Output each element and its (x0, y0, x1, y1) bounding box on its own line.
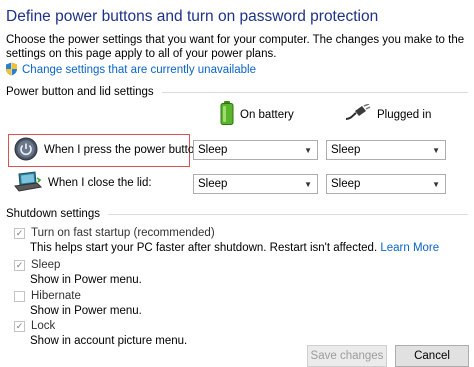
page-description: Choose the power settings that you want … (6, 34, 465, 60)
sleep-label: Sleep (31, 259, 61, 271)
section-divider (107, 213, 468, 215)
section-divider (161, 91, 468, 93)
check-icon: ✓ (15, 227, 24, 238)
hibernate-checkbox[interactable] (14, 290, 25, 302)
row-power-button: When I press the power button: (14, 137, 204, 164)
cancel-button[interactable]: Cancel (395, 345, 469, 367)
lock-option[interactable]: ✓ Lock (14, 320, 55, 332)
fast-startup-label: Turn on fast startup (recommended) (31, 227, 215, 239)
power-button-section-header: Power button and lid settings (6, 86, 468, 98)
battery-icon (220, 101, 234, 128)
lock-label: Lock (31, 320, 56, 332)
power-button-icon (14, 137, 38, 164)
page-title: Define power buttons and turn on passwor… (6, 8, 379, 25)
check-icon: ✓ (15, 320, 24, 331)
hibernate-description: Show in Power menu. (30, 305, 142, 317)
plugged-in-label: Plugged in (377, 108, 432, 121)
column-plugged-in: Plugged in (345, 103, 432, 125)
select-value: Sleep (198, 144, 228, 156)
plug-icon (345, 103, 371, 125)
sleep-checkbox[interactable]: ✓ (14, 259, 25, 271)
sleep-option[interactable]: ✓ Sleep (14, 259, 60, 271)
fast-startup-checkbox[interactable]: ✓ (14, 227, 25, 239)
chevron-down-icon: ▼ (304, 145, 312, 155)
power-button-on-battery-select[interactable]: Sleep ▼ (193, 140, 318, 160)
check-icon: ✓ (15, 259, 24, 270)
close-lid-row-label: When I close the lid: (48, 177, 152, 189)
shield-icon (5, 62, 18, 79)
close-lid-on-battery-select[interactable]: Sleep ▼ (193, 174, 318, 194)
change-settings-row: Change settings that are currently unava… (5, 62, 256, 78)
section-header-label: Power button and lid settings (6, 86, 154, 98)
save-changes-button[interactable]: Save changes (307, 345, 387, 367)
on-battery-label: On battery (240, 108, 294, 121)
section-header-label: Shutdown settings (6, 208, 100, 220)
power-button-plugged-in-select[interactable]: Sleep ▼ (326, 140, 446, 160)
change-settings-link[interactable]: Change settings that are currently unava… (22, 64, 256, 76)
select-value: Sleep (198, 178, 228, 190)
select-value: Sleep (331, 178, 361, 190)
lock-description: Show in account picture menu. (30, 335, 188, 347)
row-close-lid: When I close the lid: (14, 170, 152, 196)
close-lid-plugged-in-select[interactable]: Sleep ▼ (326, 174, 446, 194)
sleep-description: Show in Power menu. (30, 274, 142, 286)
hibernate-option[interactable]: Hibernate (14, 290, 81, 302)
fast-startup-description: This helps start your PC faster after sh… (30, 242, 378, 254)
learn-more-link[interactable]: Learn More (380, 242, 439, 254)
power-button-row-label: When I press the power button: (44, 144, 204, 156)
column-on-battery: On battery (220, 101, 294, 128)
laptop-lid-icon (14, 170, 43, 196)
fast-startup-option[interactable]: ✓ Turn on fast startup (recommended) (14, 227, 215, 239)
chevron-down-icon: ▼ (432, 145, 440, 155)
hibernate-label: Hibernate (31, 290, 81, 302)
chevron-down-icon: ▼ (432, 179, 440, 189)
chevron-down-icon: ▼ (304, 179, 312, 189)
select-value: Sleep (331, 144, 361, 156)
fast-startup-description-row: This helps start your PC faster after sh… (30, 242, 439, 254)
shutdown-section-header: Shutdown settings (6, 208, 468, 220)
lock-checkbox[interactable]: ✓ (14, 320, 25, 332)
